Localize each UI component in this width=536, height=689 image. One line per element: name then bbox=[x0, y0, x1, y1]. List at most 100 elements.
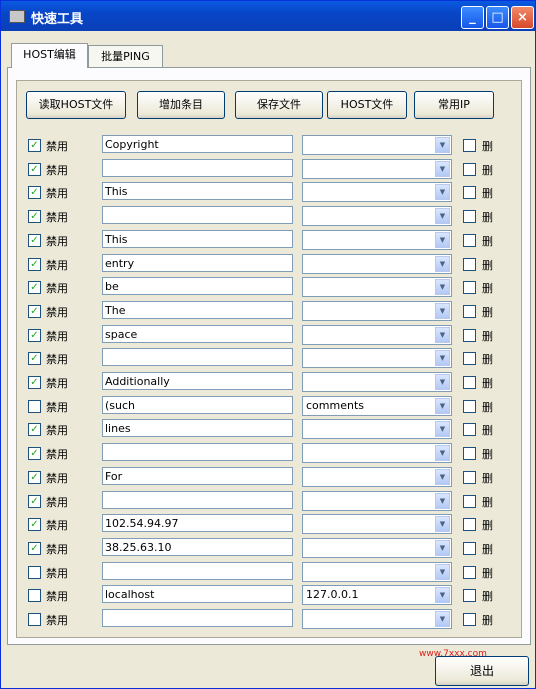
disable-checkbox[interactable]: ✓ bbox=[28, 234, 41, 247]
delete-checkbox[interactable] bbox=[463, 566, 476, 579]
chevron-down-icon[interactable]: ▼ bbox=[435, 137, 450, 153]
ip-combo[interactable]: ▼ bbox=[302, 135, 452, 155]
host-name-input[interactable]: Copyright bbox=[102, 135, 293, 153]
host-name-input[interactable] bbox=[102, 206, 293, 224]
chevron-down-icon[interactable]: ▼ bbox=[435, 398, 450, 414]
disable-checkbox[interactable]: ✓ bbox=[28, 281, 41, 294]
delete-checkbox[interactable] bbox=[463, 495, 476, 508]
ip-combo[interactable]: ▼ bbox=[302, 348, 452, 368]
disable-checkbox[interactable]: ✓ bbox=[28, 352, 41, 365]
disable-checkbox[interactable]: ✓ bbox=[28, 305, 41, 318]
ip-combo[interactable]: ▼ bbox=[302, 182, 452, 202]
close-button[interactable]: × bbox=[511, 6, 534, 29]
chevron-down-icon[interactable]: ▼ bbox=[435, 184, 450, 200]
ip-combo[interactable]: comments ▼ bbox=[302, 396, 452, 416]
delete-checkbox[interactable] bbox=[463, 400, 476, 413]
host-name-input[interactable]: The bbox=[102, 301, 293, 319]
disable-checkbox[interactable]: ✓ bbox=[28, 163, 41, 176]
ip-combo[interactable]: ▼ bbox=[302, 230, 452, 250]
chevron-down-icon[interactable]: ▼ bbox=[435, 540, 450, 556]
delete-checkbox[interactable] bbox=[463, 210, 476, 223]
tab-host-edit[interactable]: HOST编辑 bbox=[11, 43, 88, 68]
delete-checkbox[interactable] bbox=[463, 305, 476, 318]
host-name-input[interactable] bbox=[102, 159, 293, 177]
chevron-down-icon[interactable]: ▼ bbox=[435, 279, 450, 295]
host-name-input[interactable]: 38.25.63.10 bbox=[102, 538, 293, 556]
delete-checkbox[interactable] bbox=[463, 423, 476, 436]
host-name-input[interactable] bbox=[102, 562, 293, 580]
host-name-input[interactable]: lines bbox=[102, 419, 293, 437]
chevron-down-icon[interactable]: ▼ bbox=[435, 232, 450, 248]
disable-checkbox[interactable]: ✓ bbox=[28, 376, 41, 389]
delete-checkbox[interactable] bbox=[463, 589, 476, 602]
chevron-down-icon[interactable]: ▼ bbox=[435, 374, 450, 390]
disable-checkbox[interactable] bbox=[28, 400, 41, 413]
host-name-input[interactable]: Additionally bbox=[102, 372, 293, 390]
host-name-input[interactable] bbox=[102, 348, 293, 366]
ip-combo[interactable]: ▼ bbox=[302, 277, 452, 297]
chevron-down-icon[interactable]: ▼ bbox=[435, 161, 450, 177]
disable-checkbox[interactable]: ✓ bbox=[28, 542, 41, 555]
minimize-button[interactable]: _ bbox=[461, 6, 484, 29]
host-name-input[interactable]: space bbox=[102, 325, 293, 343]
ip-combo[interactable]: ▼ bbox=[302, 538, 452, 558]
chevron-down-icon[interactable]: ▼ bbox=[435, 208, 450, 224]
disable-checkbox[interactable]: ✓ bbox=[28, 518, 41, 531]
title-bar[interactable]: 快速工具 _ □ × bbox=[1, 1, 535, 31]
add-entry-button[interactable]: 增加条目 bbox=[137, 91, 225, 119]
chevron-down-icon[interactable]: ▼ bbox=[435, 303, 450, 319]
host-name-input[interactable] bbox=[102, 443, 293, 461]
ip-combo[interactable]: ▼ bbox=[302, 301, 452, 321]
chevron-down-icon[interactable]: ▼ bbox=[435, 493, 450, 509]
chevron-down-icon[interactable]: ▼ bbox=[435, 350, 450, 366]
delete-checkbox[interactable] bbox=[463, 376, 476, 389]
ip-combo[interactable]: ▼ bbox=[302, 206, 452, 226]
delete-checkbox[interactable] bbox=[463, 447, 476, 460]
ip-combo[interactable]: ▼ bbox=[302, 562, 452, 582]
delete-checkbox[interactable] bbox=[463, 329, 476, 342]
disable-checkbox[interactable]: ✓ bbox=[28, 447, 41, 460]
delete-checkbox[interactable] bbox=[463, 471, 476, 484]
host-name-input[interactable]: entry bbox=[102, 254, 293, 272]
disable-checkbox[interactable]: ✓ bbox=[28, 495, 41, 508]
ip-combo[interactable]: ▼ bbox=[302, 159, 452, 179]
ip-combo[interactable]: ▼ bbox=[302, 419, 452, 439]
chevron-down-icon[interactable]: ▼ bbox=[435, 421, 450, 437]
host-name-input[interactable] bbox=[102, 609, 293, 627]
disable-checkbox[interactable] bbox=[28, 613, 41, 626]
ip-combo[interactable]: ▼ bbox=[302, 491, 452, 511]
chevron-down-icon[interactable]: ▼ bbox=[435, 469, 450, 485]
maximize-button[interactable]: □ bbox=[486, 6, 509, 29]
ip-combo[interactable]: ▼ bbox=[302, 254, 452, 274]
ip-combo[interactable]: ▼ bbox=[302, 609, 452, 629]
delete-checkbox[interactable] bbox=[463, 518, 476, 531]
chevron-down-icon[interactable]: ▼ bbox=[435, 587, 450, 603]
chevron-down-icon[interactable]: ▼ bbox=[435, 327, 450, 343]
host-name-input[interactable]: 102.54.94.97 bbox=[102, 514, 293, 532]
delete-checkbox[interactable] bbox=[463, 234, 476, 247]
host-name-input[interactable]: This bbox=[102, 230, 293, 248]
chevron-down-icon[interactable]: ▼ bbox=[435, 516, 450, 532]
chevron-down-icon[interactable]: ▼ bbox=[435, 611, 450, 627]
disable-checkbox[interactable]: ✓ bbox=[28, 471, 41, 484]
ip-combo[interactable]: ▼ bbox=[302, 325, 452, 345]
host-name-input[interactable] bbox=[102, 491, 293, 509]
disable-checkbox[interactable]: ✓ bbox=[28, 210, 41, 223]
exit-button[interactable]: 退出 bbox=[435, 656, 529, 686]
host-name-input[interactable]: be bbox=[102, 277, 293, 295]
host-name-input[interactable]: For bbox=[102, 467, 293, 485]
common-ip-button[interactable]: 常用IP bbox=[414, 91, 494, 119]
delete-checkbox[interactable] bbox=[463, 352, 476, 365]
chevron-down-icon[interactable]: ▼ bbox=[435, 445, 450, 461]
disable-checkbox[interactable]: ✓ bbox=[28, 186, 41, 199]
disable-checkbox[interactable]: ✓ bbox=[28, 139, 41, 152]
ip-combo[interactable]: 127.0.0.1 ▼ bbox=[302, 585, 452, 605]
host-name-input[interactable]: localhost bbox=[102, 585, 293, 603]
save-file-button[interactable]: 保存文件 bbox=[235, 91, 323, 119]
ip-combo[interactable]: ▼ bbox=[302, 443, 452, 463]
delete-checkbox[interactable] bbox=[463, 186, 476, 199]
disable-checkbox[interactable]: ✓ bbox=[28, 258, 41, 271]
chevron-down-icon[interactable]: ▼ bbox=[435, 256, 450, 272]
tab-batch-ping[interactable]: 批量PING bbox=[88, 45, 163, 68]
disable-checkbox[interactable] bbox=[28, 589, 41, 602]
